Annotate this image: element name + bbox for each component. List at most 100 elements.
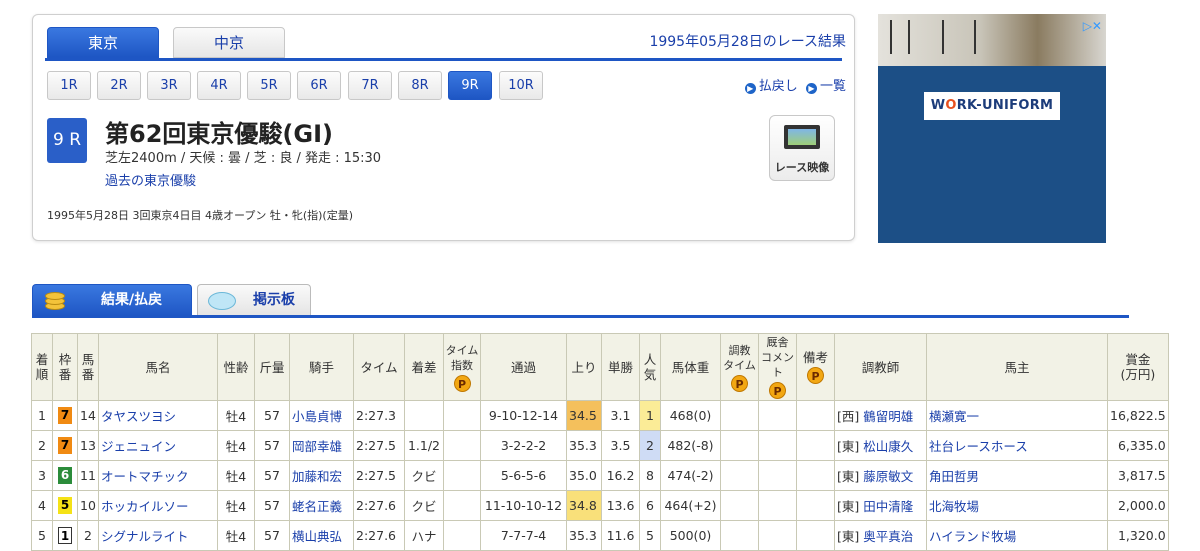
header-popularity: 人気: [639, 333, 661, 401]
race-button-4r[interactable]: 4R: [197, 71, 241, 100]
cell-agari: 34.8: [566, 490, 602, 521]
cell-stable-comment: [758, 460, 797, 491]
jockey-link[interactable]: 加藤和宏: [289, 460, 354, 491]
past-races-link[interactable]: 過去の東京優駿: [105, 170, 196, 189]
cell-time: 2:27.6: [353, 490, 405, 521]
race-button-2r[interactable]: 2R: [97, 71, 141, 100]
cell-weight: 57: [254, 400, 290, 431]
cell-remarks: [796, 460, 835, 491]
trainer-link[interactable]: 藤原敏文: [863, 469, 913, 484]
payout-link[interactable]: ▶ 払戻し: [744, 79, 798, 94]
race-button-3r[interactable]: 3R: [147, 71, 191, 100]
horse-name-link[interactable]: タヤスツヨシ: [98, 400, 218, 431]
owner-link[interactable]: 北海牧場: [926, 490, 1108, 521]
cell-margin: クビ: [404, 460, 444, 491]
cell-prize: 2,000.0: [1107, 490, 1169, 521]
ad-logo-w: W: [930, 98, 946, 113]
horse-name-link[interactable]: ホッカイルソー: [98, 490, 218, 521]
cell-time-index: [443, 430, 481, 461]
trainer-link[interactable]: 奥平真治: [863, 529, 913, 544]
p-badge-icon[interactable]: P: [807, 367, 824, 384]
cell-weight: 57: [254, 460, 290, 491]
waku-badge: 7: [58, 437, 72, 454]
coins-icon: [43, 290, 65, 310]
race-button-6r[interactable]: 6R: [297, 71, 341, 100]
cell-passing: 11-10-10-12: [480, 490, 567, 521]
cell-popularity: 6: [639, 490, 661, 521]
cell-body-weight: 464(+2): [660, 490, 721, 521]
cell-weight: 57: [254, 520, 290, 551]
owner-link[interactable]: 角田哲男: [926, 460, 1108, 491]
header-time-index: タイム 指数 P: [443, 333, 481, 401]
tab-board[interactable]: 掲示板: [197, 284, 311, 316]
table-row: 3 6 11 オートマチック 牡4 57 加藤和宏 2:27.5 クビ 5-6-5-6 35.0 16…: [31, 460, 1169, 491]
cell-time: 2:27.6: [353, 520, 405, 551]
list-link-label: 一覧: [819, 79, 846, 94]
cell-stable-comment: [758, 490, 797, 521]
cell-popularity: 2: [639, 430, 661, 461]
header-rank: 着順: [31, 333, 53, 401]
cell-horse-number: 11: [77, 460, 99, 491]
advertisement-banner[interactable]: ▷✕ WORK-UNIFORM: [878, 14, 1106, 243]
cell-waku: 5: [52, 490, 78, 521]
cell-passing: 9-10-12-14: [480, 400, 567, 431]
ad-logo-o: O: [945, 98, 957, 113]
jockey-link[interactable]: 岡部幸雄: [289, 430, 354, 461]
race-button-8r[interactable]: 8R: [398, 71, 442, 100]
jockey-link[interactable]: 小島貞博: [289, 400, 354, 431]
cell-training-time: [720, 490, 759, 521]
jockey-link[interactable]: 蛯名正義: [289, 490, 354, 521]
trainer-link[interactable]: 鶴留明雄: [863, 409, 913, 424]
cell-rank: 3: [31, 460, 53, 491]
cell-passing: 3-2-2-2: [480, 430, 567, 461]
cell-waku: 7: [52, 400, 78, 431]
cell-odds: 3.1: [601, 400, 640, 431]
horse-name-link[interactable]: オートマチック: [98, 460, 218, 491]
table-row: 5 1 2 シグナルライト 牡4 57 横山典弘 2:27.6 ハナ 7-7-7-4 35.3 11.…: [31, 520, 1169, 551]
tab-underline: [32, 315, 1129, 318]
venue-tab-chukyo[interactable]: 中京: [173, 27, 285, 58]
owner-link[interactable]: 横瀬寛一: [926, 400, 1108, 431]
header-horse-number: 馬番: [77, 333, 99, 401]
cell-waku: 7: [52, 430, 78, 461]
venue-tab-tokyo[interactable]: 東京: [47, 27, 159, 58]
horse-name-link[interactable]: ジェニュイン: [98, 430, 218, 461]
ad-logo: WORK-UNIFORM: [924, 92, 1060, 120]
cell-agari: 35.3: [566, 430, 602, 461]
race-button-5r[interactable]: 5R: [247, 71, 291, 100]
cell-time-index: [443, 400, 481, 431]
cell-horse-number: 14: [77, 400, 99, 431]
owner-link[interactable]: ハイランド牧場: [926, 520, 1108, 551]
tab-results-payout[interactable]: 結果/払戻: [32, 284, 192, 316]
p-badge-icon[interactable]: P: [453, 374, 471, 392]
race-button-1r[interactable]: 1R: [47, 71, 91, 100]
owner-link[interactable]: 社台レースホース: [926, 430, 1108, 461]
waku-badge: 5: [58, 497, 72, 514]
list-link[interactable]: ▶ 一覧: [805, 79, 846, 94]
trainer-link[interactable]: 松山康久: [863, 439, 913, 454]
cell-margin: ハナ: [404, 520, 444, 551]
cell-horse-number: 13: [77, 430, 99, 461]
p-badge-icon[interactable]: P: [769, 382, 786, 399]
race-title: 第62回東京優駿(GI): [105, 120, 333, 148]
race-button-7r[interactable]: 7R: [348, 71, 392, 100]
venue-tab-underline: [45, 58, 842, 61]
cell-waku: 6: [52, 460, 78, 491]
race-button-10r[interactable]: 10R: [499, 71, 543, 100]
trainer-link[interactable]: 田中清隆: [863, 499, 913, 514]
race-video-button[interactable]: レース映像: [769, 115, 835, 181]
header-horse-name[interactable]: 馬名: [98, 333, 218, 401]
cell-sex-age: 牡4: [217, 430, 255, 461]
cell-rank: 1: [31, 400, 53, 431]
horse-name-link[interactable]: シグナルライト: [98, 520, 218, 551]
jockey-link[interactable]: 横山典弘: [289, 520, 354, 551]
trainer-region: [東]: [837, 439, 860, 454]
header-stable-comment: 厩舎 コメント P: [758, 333, 797, 401]
circle-play-icon: ▶: [744, 83, 756, 94]
p-badge-icon[interactable]: P: [731, 374, 748, 392]
cell-remarks: [796, 520, 835, 551]
ad-choices-icon[interactable]: ▷✕: [1072, 18, 1102, 34]
header-waku: 枠番: [52, 333, 78, 401]
race-button-9r[interactable]: 9R: [448, 71, 492, 100]
cell-rank: 2: [31, 430, 53, 461]
